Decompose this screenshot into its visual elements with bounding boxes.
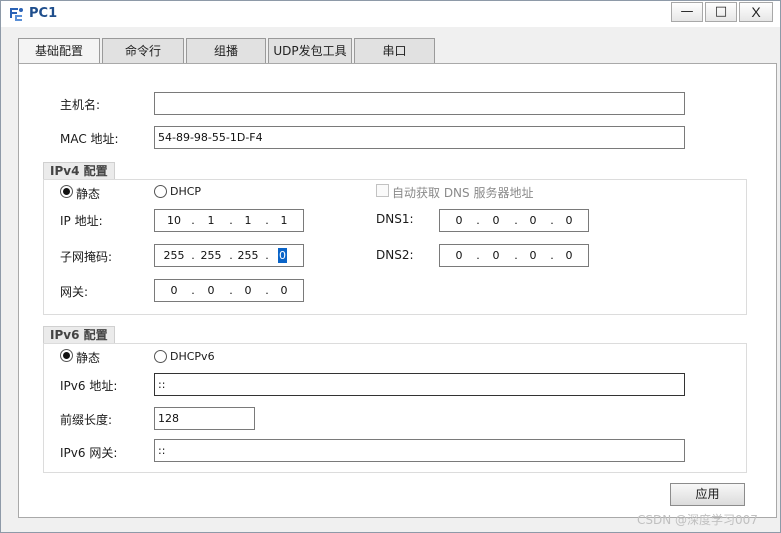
auto-dns-label: 自动获取 DNS 服务器地址 — [392, 186, 534, 200]
gateway-octet-1: 0 — [170, 284, 178, 297]
ipv6-gateway-label: IPv6 网关: — [60, 446, 118, 460]
ip-dot: . — [476, 249, 480, 262]
dns1-octet-3: 0 — [529, 214, 537, 227]
ipv4-static-radio[interactable] — [60, 185, 73, 198]
dns2-octet-2: 0 — [492, 249, 500, 262]
dns2-label: DNS2: — [376, 248, 414, 262]
ip-dot: . — [265, 249, 269, 262]
ip-dot: . — [550, 249, 554, 262]
ip-dot: . — [514, 214, 518, 227]
dns2-octet-1: 0 — [455, 249, 463, 262]
ipv6-static-label: 静态 — [76, 351, 101, 365]
apply-button[interactable]: 应用 — [670, 483, 745, 506]
tab-command-line[interactable]: 命令行 — [102, 38, 184, 63]
dns1-label: DNS1: — [376, 212, 414, 226]
ip-octet-4: 1 — [280, 214, 288, 227]
ip-dot: . — [265, 214, 269, 227]
gateway-input[interactable]: 0 . 0 . 0 . 0 — [154, 279, 304, 302]
subnet-mask-input[interactable]: 255 . 255 . 255 . 0 — [154, 244, 304, 267]
ip-dot: . — [229, 214, 233, 227]
dns2-octet-3: 0 — [529, 249, 537, 262]
ip-dot: . — [265, 284, 269, 297]
mac-address-field[interactable]: 54-89-98-55-1D-F4 — [154, 126, 685, 149]
tab-serial[interactable]: 串口 — [354, 38, 435, 63]
tab-udp-tool[interactable]: UDP发包工具 — [268, 38, 352, 63]
pc1-config-window: PC1 — □ X 基础配置 命令行 组播 UDP发包工具 串口 主机名: MA… — [0, 0, 781, 533]
ip-octet-1: 10 — [167, 214, 181, 227]
auto-dns-checkbox[interactable] — [376, 184, 389, 197]
gateway-octet-2: 0 — [207, 284, 215, 297]
mask-octet-3: 255 — [237, 249, 259, 262]
ip-dot: . — [191, 249, 195, 262]
ipv6-gateway-input[interactable]: :: — [154, 439, 685, 462]
ip-dot: . — [550, 214, 554, 227]
hostname-label: 主机名: — [60, 98, 101, 112]
mask-octet-1: 255 — [163, 249, 185, 262]
ipv6-dhcp-radio[interactable] — [154, 350, 167, 363]
prefix-length-input[interactable]: 128 — [154, 407, 255, 430]
dns1-octet-1: 0 — [455, 214, 463, 227]
dns1-octet-2: 0 — [492, 214, 500, 227]
gateway-label: 网关: — [60, 285, 89, 299]
ip-dot: . — [476, 214, 480, 227]
dns1-input[interactable]: 0 . 0 . 0 . 0 — [439, 209, 589, 232]
ipv6-address-label: IPv6 地址: — [60, 379, 118, 393]
dns1-octet-4: 0 — [565, 214, 573, 227]
gateway-octet-3: 0 — [244, 284, 252, 297]
ipv4-dhcp-label: DHCP — [170, 185, 202, 198]
ipv6-section-title: IPv6 配置 — [43, 326, 115, 344]
ip-dot: . — [229, 284, 233, 297]
dns2-input[interactable]: 0 . 0 . 0 . 0 — [439, 244, 589, 267]
network-pc-icon — [10, 8, 23, 21]
ipv6-address-input[interactable]: :: — [154, 373, 685, 396]
basic-config-panel: 主机名: MAC 地址: 54-89-98-55-1D-F4 IPv4 配置 静… — [18, 63, 777, 518]
mask-octet-2: 255 — [200, 249, 222, 262]
ipv6-static-radio[interactable] — [60, 349, 73, 362]
subnet-mask-label: 子网掩码: — [60, 250, 113, 264]
title-bar[interactable]: PC1 — □ X — [1, 1, 780, 27]
window-title: PC1 — [29, 6, 58, 21]
tab-multicast[interactable]: 组播 — [186, 38, 266, 63]
dns2-octet-4: 0 — [565, 249, 573, 262]
ip-octet-3: 1 — [244, 214, 252, 227]
mac-label: MAC 地址: — [60, 132, 119, 146]
minimize-button[interactable]: — — [671, 2, 703, 22]
tab-basic-config[interactable]: 基础配置 — [18, 38, 100, 64]
ip-dot: . — [229, 249, 233, 262]
close-button[interactable]: X — [739, 2, 773, 22]
ip-octet-2: 1 — [207, 214, 215, 227]
maximize-button[interactable]: □ — [705, 2, 737, 22]
watermark: CSDN @深度学习007 — [637, 513, 758, 527]
ip-dot: . — [191, 214, 195, 227]
gateway-octet-4: 0 — [280, 284, 288, 297]
hostname-input[interactable] — [154, 92, 685, 115]
ip-address-input[interactable]: 10 . 1 . 1 . 1 — [154, 209, 304, 232]
ip-dot: . — [514, 249, 518, 262]
ip-dot: . — [191, 284, 195, 297]
ip-address-label: IP 地址: — [60, 214, 103, 228]
mask-octet-4[interactable]: 0 — [278, 248, 287, 263]
ipv6-dhcp-label: DHCPv6 — [170, 350, 215, 363]
prefix-length-label: 前缀长度: — [60, 413, 113, 427]
ipv4-static-label: 静态 — [76, 187, 101, 201]
ipv4-dhcp-radio[interactable] — [154, 185, 167, 198]
ipv4-section-title: IPv4 配置 — [43, 162, 115, 180]
